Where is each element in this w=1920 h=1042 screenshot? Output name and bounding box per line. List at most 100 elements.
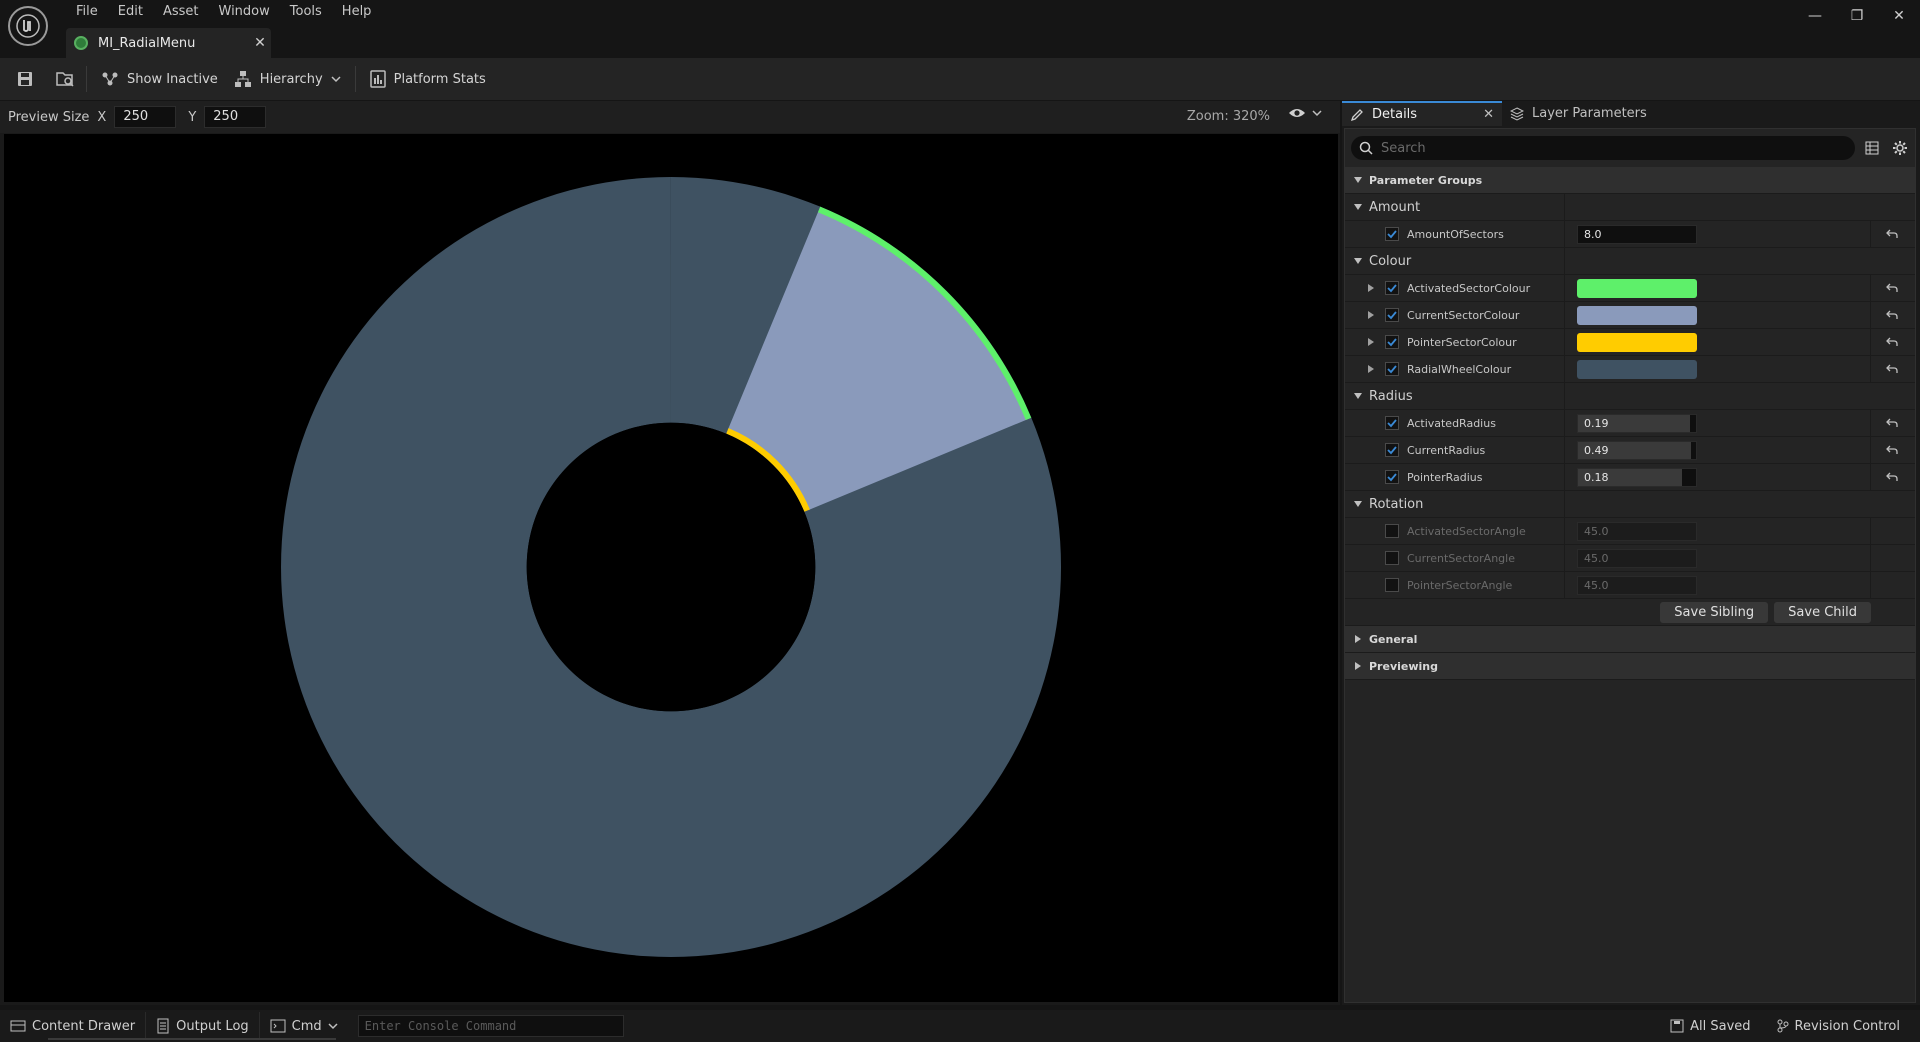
details-panel: Details ✕ Layer Parameters Paramet <box>1342 101 1920 1005</box>
menu-file[interactable]: File <box>66 3 108 21</box>
restore-icon[interactable]: ❐ <box>1836 0 1878 32</box>
hierarchy-button[interactable]: Hierarchy <box>226 64 349 94</box>
override-checkbox[interactable] <box>1385 227 1399 241</box>
reset-to-default-icon[interactable] <box>1871 329 1913 355</box>
save-sibling-button[interactable]: Save Sibling <box>1660 601 1769 623</box>
override-checkbox[interactable] <box>1385 551 1399 565</box>
activated-sector-colour-swatch[interactable] <box>1577 278 1697 298</box>
tab-layer-parameters[interactable]: Layer Parameters <box>1502 101 1655 126</box>
close-tab-icon[interactable]: ✕ <box>249 35 271 51</box>
current-sector-colour-swatch[interactable] <box>1577 305 1697 325</box>
menu-help[interactable]: Help <box>332 3 382 21</box>
pointer-radius-slider[interactable]: 0.18 <box>1577 467 1697 487</box>
activated-sector-angle-input[interactable]: 45.0 <box>1577 521 1697 541</box>
override-checkbox[interactable] <box>1385 362 1399 376</box>
reset-to-default-icon[interactable] <box>1871 437 1913 463</box>
pointer-sector-colour-swatch[interactable] <box>1577 332 1697 352</box>
document-tab-label: MI_RadialMenu <box>98 35 196 51</box>
override-checkbox[interactable] <box>1385 578 1399 592</box>
chevron-right-icon[interactable] <box>1367 310 1377 320</box>
save-buttons-row: Save Sibling Save Child <box>1345 599 1915 626</box>
group-rotation[interactable]: Rotation <box>1345 491 1915 518</box>
group-colour[interactable]: Colour <box>1345 248 1915 275</box>
output-log-button[interactable]: Output Log <box>146 1012 260 1040</box>
chevron-right-icon <box>1353 661 1363 671</box>
category-general[interactable]: General <box>1345 626 1915 653</box>
amount-of-sectors-input[interactable]: 8.0 <box>1577 224 1697 244</box>
reset-to-default-icon[interactable] <box>1871 275 1913 301</box>
search-input[interactable] <box>1381 140 1821 156</box>
property-label: RadialWheelColour <box>1407 362 1512 376</box>
platform-stats-icon <box>369 70 386 88</box>
category-previewing[interactable]: Previewing <box>1345 653 1915 680</box>
override-checkbox[interactable] <box>1385 335 1399 349</box>
save-child-button[interactable]: Save Child <box>1774 601 1871 623</box>
show-inactive-button[interactable]: Show Inactive <box>93 64 226 94</box>
current-sector-angle-input[interactable]: 45.0 <box>1577 548 1697 568</box>
viewport-header: Preview Size X 250 Y 250 Zoom: 320% <box>0 101 1340 133</box>
reset-to-default-icon[interactable] <box>1871 464 1913 490</box>
search-box[interactable] <box>1351 136 1856 160</box>
chevron-right-icon[interactable] <box>1367 337 1377 347</box>
slider-value: 0.49 <box>1584 443 1609 457</box>
reset-to-default-icon[interactable] <box>1871 410 1913 436</box>
close-tab-icon[interactable]: ✕ <box>1483 107 1494 122</box>
gear-icon[interactable] <box>1889 137 1911 159</box>
category-parameter-groups[interactable]: Parameter Groups <box>1345 167 1915 194</box>
save-icon[interactable] <box>10 64 40 94</box>
view-options-button[interactable] <box>1288 107 1322 119</box>
override-checkbox[interactable] <box>1385 281 1399 295</box>
browse-asset-icon[interactable] <box>50 64 80 94</box>
property-row: CurrentSectorColour <box>1345 302 1915 329</box>
override-checkbox[interactable] <box>1385 443 1399 457</box>
close-icon[interactable]: ✕ <box>1878 0 1920 32</box>
activated-radius-slider[interactable]: 0.19 <box>1577 413 1697 433</box>
document-tab[interactable]: MI_RadialMenu ✕ <box>66 28 271 58</box>
content-drawer-button[interactable]: Content Drawer <box>0 1012 147 1040</box>
preview-x-input[interactable]: 250 <box>114 106 177 128</box>
property-list: Parameter Groups Amount AmountOfSectors … <box>1345 167 1915 680</box>
toolbar: Show Inactive Hierarchy Platform Stats <box>0 58 1920 100</box>
minimize-icon[interactable]: — <box>1794 0 1836 32</box>
group-radius[interactable]: Radius <box>1345 383 1915 410</box>
revision-control-button[interactable]: Revision Control <box>1767 1012 1910 1040</box>
preview-size-label: Preview Size <box>8 109 90 125</box>
current-radius-slider[interactable]: 0.49 <box>1577 440 1697 460</box>
tab-details[interactable]: Details ✕ <box>1342 101 1502 126</box>
radial-wheel-colour-swatch[interactable] <box>1577 359 1697 379</box>
pointer-sector-angle-input[interactable]: 45.0 <box>1577 575 1697 595</box>
pencil-icon <box>1350 108 1363 121</box>
override-checkbox[interactable] <box>1385 416 1399 430</box>
menu-tools[interactable]: Tools <box>280 3 332 21</box>
preview-y-label: Y <box>188 109 197 125</box>
override-checkbox[interactable] <box>1385 470 1399 484</box>
menu-asset[interactable]: Asset <box>153 3 209 21</box>
platform-stats-button[interactable]: Platform Stats <box>362 64 494 94</box>
slider-value: 0.18 <box>1584 470 1609 484</box>
preview-y-input[interactable]: 250 <box>204 106 267 128</box>
chevron-right-icon[interactable] <box>1367 283 1377 293</box>
property-row: PointerSectorAngle 45.0 <box>1345 572 1915 599</box>
content-drawer-icon <box>10 1020 26 1032</box>
category-label: General <box>1369 632 1418 646</box>
group-amount[interactable]: Amount <box>1345 194 1915 221</box>
layers-icon <box>1510 106 1524 121</box>
reset-to-default-icon[interactable] <box>1871 356 1913 382</box>
menu-window[interactable]: Window <box>209 3 280 21</box>
table-view-icon[interactable] <box>1861 137 1883 159</box>
menu-edit[interactable]: Edit <box>108 3 153 21</box>
preview-canvas[interactable] <box>4 134 1338 1002</box>
console-command-input[interactable] <box>357 1015 624 1037</box>
unreal-logo-icon[interactable] <box>8 6 48 46</box>
all-saved-button[interactable]: All Saved <box>1660 1012 1760 1040</box>
cmd-dropdown[interactable]: Cmd <box>260 1012 348 1040</box>
show-inactive-label: Show Inactive <box>127 71 218 87</box>
reset-to-default-icon[interactable] <box>1871 302 1913 328</box>
chevron-right-icon[interactable] <box>1367 364 1377 374</box>
revision-control-label: Revision Control <box>1794 1018 1900 1034</box>
show-inactive-icon <box>102 72 118 86</box>
reset-to-default-icon[interactable] <box>1871 221 1913 247</box>
property-label: CurrentSectorAngle <box>1407 551 1515 565</box>
override-checkbox[interactable] <box>1385 524 1399 538</box>
override-checkbox[interactable] <box>1385 308 1399 322</box>
